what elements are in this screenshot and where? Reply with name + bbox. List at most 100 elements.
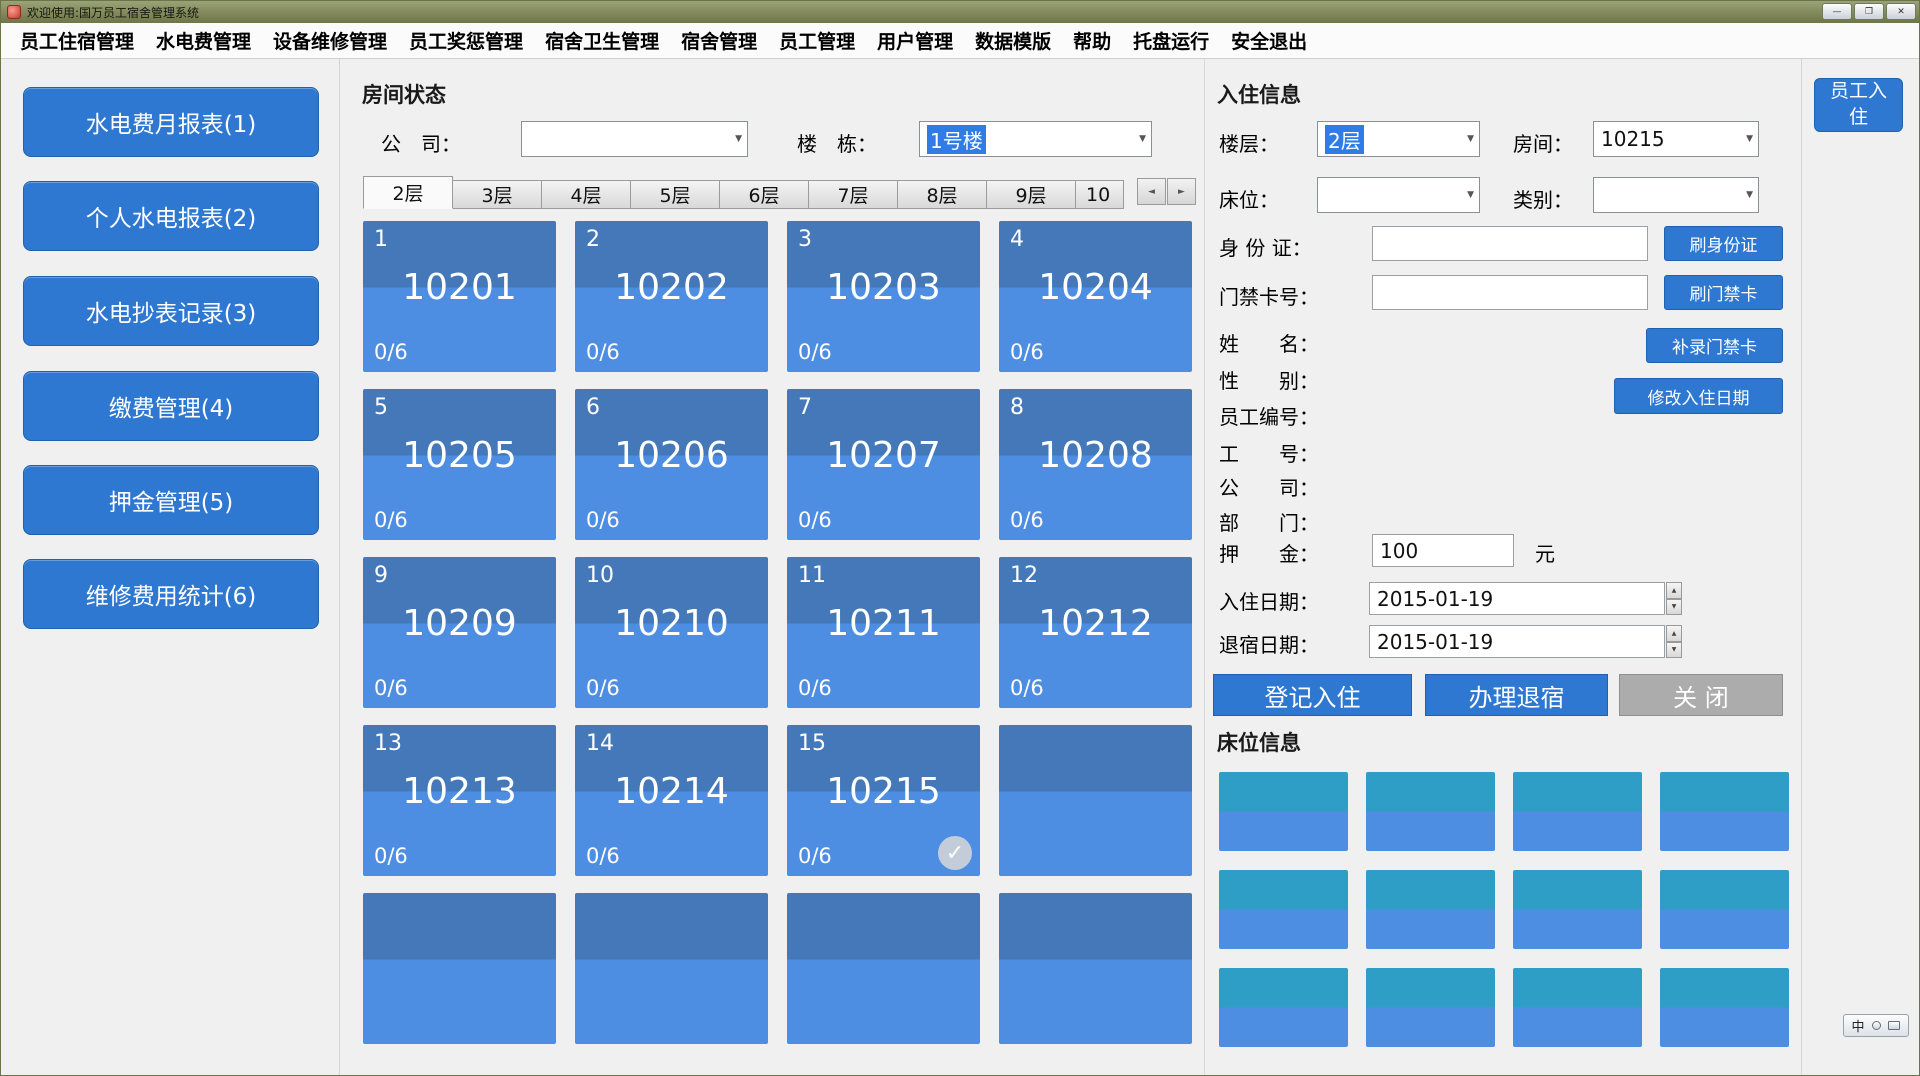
sidebar-btn-personal-utility-report[interactable]: 个人水电报表(2) (23, 181, 319, 251)
menu-item-data-template[interactable]: 数据模版 (964, 27, 1062, 54)
deposit-input[interactable]: 100 (1372, 534, 1514, 567)
bed-card[interactable] (1513, 772, 1642, 851)
room-card-empty[interactable] (575, 893, 768, 1044)
bed-card[interactable] (1513, 968, 1642, 1047)
spin-up-icon[interactable]: ▲ (1666, 625, 1682, 642)
room-card-10202[interactable]: 2 10202 0/6 (575, 221, 768, 372)
room-card-empty[interactable] (787, 893, 980, 1044)
room-card-10210[interactable]: 10 10210 0/6 (575, 557, 768, 708)
menu-item-hygiene-mgmt[interactable]: 宿舍卫生管理 (534, 27, 670, 54)
sidebar-btn-repair-cost-stats[interactable]: 维修费用统计(6) (23, 559, 319, 629)
deposit-label: 押 金： (1219, 538, 1319, 567)
spin-down-icon[interactable]: ▼ (1666, 642, 1682, 659)
bed-card[interactable] (1219, 870, 1348, 949)
spin-up-icon[interactable]: ▲ (1666, 582, 1682, 599)
room-card-10215[interactable]: 15 10215 0/6 ✓ (787, 725, 980, 876)
ime-language-bar[interactable]: 中 (1843, 1014, 1909, 1037)
room-card-empty[interactable] (363, 893, 556, 1044)
tab-floor-2[interactable]: 2层 (363, 176, 453, 209)
menu-item-dorm-mgmt[interactable]: 员工住宿管理 (9, 27, 145, 54)
tab-floor-4[interactable]: 4层 (541, 180, 631, 209)
room-card-10211[interactable]: 11 10211 0/6 (787, 557, 980, 708)
tab-scroll-left-icon[interactable]: ◄ (1137, 178, 1166, 205)
menu-item-utility-mgmt[interactable]: 水电费管理 (145, 27, 262, 54)
building-select[interactable]: 1号楼 ▼ (919, 121, 1152, 157)
scan-access-button[interactable]: 刷门禁卡 (1664, 275, 1783, 310)
employee-checkin-button[interactable]: 员工入住 (1814, 78, 1903, 132)
menu-item-employee-mgmt[interactable]: 员工管理 (768, 27, 866, 54)
minimize-icon[interactable]: — (1822, 3, 1852, 20)
room-card-10205[interactable]: 5 10205 0/6 (363, 389, 556, 540)
maximize-icon[interactable]: ❐ (1854, 3, 1884, 20)
room-card-10206[interactable]: 6 10206 0/6 (575, 389, 768, 540)
titlebar: 欢迎使用:国万员工宿舍管理系统 — ❐ ✕ (1, 1, 1919, 23)
room-card-10208[interactable]: 8 10208 0/6 (999, 389, 1192, 540)
menu-item-dorm-admin[interactable]: 宿舍管理 (670, 27, 768, 54)
process-checkout-button[interactable]: 办理退宿 (1425, 674, 1608, 716)
register-checkin-button[interactable]: 登记入住 (1213, 674, 1412, 716)
sidebar-btn-payment-mgmt[interactable]: 缴费管理(4) (23, 371, 319, 441)
sidebar-btn-meter-reading-record[interactable]: 水电抄表记录(3) (23, 276, 319, 346)
tab-scroll-right-icon[interactable]: ► (1167, 178, 1196, 205)
tab-floor-9[interactable]: 9层 (986, 180, 1076, 209)
bed-card[interactable] (1513, 870, 1642, 949)
chevron-down-icon: ▼ (1139, 134, 1146, 144)
room-card-10204[interactable]: 4 10204 0/6 (999, 221, 1192, 372)
company-select[interactable]: ▼ (521, 121, 748, 157)
bed-card[interactable] (1366, 772, 1495, 851)
tab-floor-3[interactable]: 3层 (452, 180, 542, 209)
tab-floor-10[interactable]: 10 (1075, 180, 1124, 209)
room-card-10214[interactable]: 14 10214 0/6 (575, 725, 768, 876)
ime-mode-icon[interactable] (1872, 1021, 1881, 1030)
bed-card[interactable] (1366, 968, 1495, 1047)
tab-floor-6[interactable]: 6层 (719, 180, 809, 209)
checkout-date-spinner: ▲ ▼ (1666, 625, 1682, 658)
category-select[interactable]: ▼ (1593, 177, 1759, 213)
scan-id-button[interactable]: 刷身份证 (1664, 226, 1783, 261)
menu-item-reward-mgmt[interactable]: 员工奖惩管理 (398, 27, 534, 54)
selected-check-icon: ✓ (938, 836, 972, 870)
room-card-10209[interactable]: 9 10209 0/6 (363, 557, 556, 708)
tab-floor-7[interactable]: 7层 (808, 180, 898, 209)
bed-card[interactable] (1366, 870, 1495, 949)
checkout-date-input[interactable]: 2015-01-19 (1369, 625, 1665, 658)
supplement-card-button[interactable]: 补录门禁卡 (1646, 328, 1783, 363)
bed-select[interactable]: ▼ (1317, 177, 1480, 213)
tab-floor-8[interactable]: 8层 (897, 180, 987, 209)
menu-item-help[interactable]: 帮助 (1062, 27, 1122, 54)
room-card-10207[interactable]: 7 10207 0/6 (787, 389, 980, 540)
id-card-input[interactable] (1372, 226, 1648, 261)
menu-item-safe-exit[interactable]: 安全退出 (1220, 27, 1318, 54)
room-select[interactable]: 10215 ▼ (1593, 121, 1759, 157)
menu-item-repair-mgmt[interactable]: 设备维修管理 (262, 27, 398, 54)
room-index: 8 (1010, 395, 1024, 420)
spin-down-icon[interactable]: ▼ (1666, 599, 1682, 616)
sidebar-btn-deposit-mgmt[interactable]: 押金管理(5) (23, 465, 319, 535)
room-number: 10208 (999, 435, 1192, 476)
checkin-date-input[interactable]: 2015-01-19 (1369, 582, 1665, 615)
room-card-10203[interactable]: 3 10203 0/6 (787, 221, 980, 372)
room-card-10201[interactable]: 1 10201 0/6 (363, 221, 556, 372)
room-index: 15 (798, 731, 826, 756)
room-card-10213[interactable]: 13 10213 0/6 (363, 725, 556, 876)
menu-item-tray-run[interactable]: 托盘运行 (1122, 27, 1220, 54)
bed-card[interactable] (1660, 870, 1789, 949)
bed-card[interactable] (1219, 772, 1348, 851)
close-button[interactable]: 关 闭 (1619, 674, 1783, 716)
access-card-input[interactable] (1372, 275, 1648, 310)
bed-card[interactable] (1660, 772, 1789, 851)
keyboard-icon[interactable] (1888, 1021, 1900, 1030)
room-card-10212[interactable]: 12 10212 0/6 (999, 557, 1192, 708)
close-icon[interactable]: ✕ (1886, 3, 1916, 20)
sidebar-btn-utility-monthly-report[interactable]: 水电费月报表(1) (23, 87, 319, 157)
menu-item-user-mgmt[interactable]: 用户管理 (866, 27, 964, 54)
room-card-empty[interactable] (999, 725, 1192, 876)
modify-checkin-date-button[interactable]: 修改入住日期 (1614, 378, 1783, 414)
tab-floor-5[interactable]: 5层 (630, 180, 720, 209)
room-card-empty[interactable] (999, 893, 1192, 1044)
ime-indicator[interactable]: 中 (1851, 1016, 1864, 1035)
bed-card[interactable] (1660, 968, 1789, 1047)
checkout-date-label: 退宿日期： (1219, 629, 1319, 658)
floor-select[interactable]: 2层 ▼ (1317, 121, 1480, 157)
bed-card[interactable] (1219, 968, 1348, 1047)
